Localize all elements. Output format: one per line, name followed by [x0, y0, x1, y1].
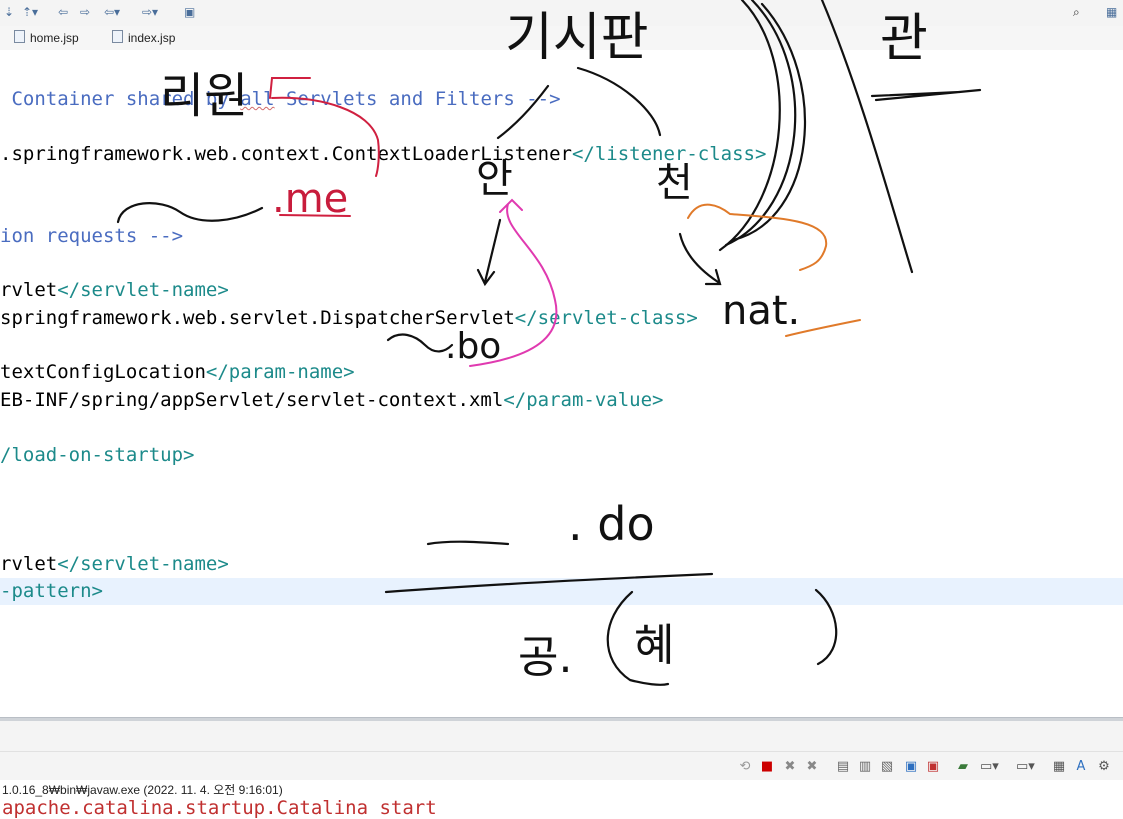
console-toolbar: ⟲ ■ ✖ ✖ ▤ ▥ ▧ ▣ ▣ ▰ ▭▾ ▭▾ ▦ A ⚙	[0, 752, 1123, 780]
tab-label: index.jsp	[128, 31, 176, 45]
code-token: EB-INF/spring/appServlet/servlet-context…	[0, 389, 504, 411]
open-console-icon[interactable]: ▣	[184, 3, 195, 21]
code-line: rvlet</servlet-name>	[0, 277, 229, 303]
navigate-icon[interactable]: ⇣	[4, 3, 14, 21]
clear-console-icon[interactable]: ▤	[836, 760, 850, 774]
code-token: Container shared by	[0, 88, 241, 110]
minimize-icon[interactable]: ▦	[1052, 760, 1066, 774]
code-token: all	[240, 88, 275, 110]
code-token: </listener-class>	[571, 143, 767, 165]
code-token: </param-name>	[205, 361, 355, 383]
settings-icon[interactable]: ⚙	[1097, 760, 1111, 774]
code-token: springframework.web.servlet.DispatcherSe…	[0, 307, 515, 329]
tab-home-jsp[interactable]: home.jsp	[14, 29, 79, 47]
forward-icon[interactable]: ⇨▾	[142, 3, 158, 21]
console-launch-description: 1.0.16_8₩bin₩javaw.exe (2022. 11. 4. 오전 …	[2, 783, 283, 797]
display-console-icon[interactable]: ▭▾	[980, 760, 999, 774]
current-line-highlight	[0, 578, 1123, 605]
remove-all-icon[interactable]: ✖	[805, 760, 819, 774]
relaunch-icon[interactable]: ⟲	[738, 760, 752, 774]
back-edit-icon[interactable]: ⇦	[58, 3, 68, 21]
code-token: rvlet	[0, 279, 58, 301]
code-line: /load-on-startup>	[0, 442, 194, 468]
code-token: -pattern>	[0, 580, 103, 602]
spell-icon[interactable]: A	[1074, 760, 1088, 774]
file-icon	[112, 30, 123, 43]
open-console-icon[interactable]: ▭▾	[1016, 760, 1035, 774]
code-line: ion requests -->	[0, 223, 183, 249]
code-token: </servlet-name>	[57, 279, 229, 301]
tab-label: home.jsp	[30, 31, 79, 45]
code-token: </servlet-class>	[514, 307, 698, 329]
tab-index-jsp[interactable]: index.jsp	[112, 29, 175, 47]
perspective-icon[interactable]: ▦	[1106, 3, 1117, 21]
search-icon[interactable]: ⌕	[1073, 3, 1080, 21]
console-output: apache.catalina.startup.Catalina start	[2, 797, 437, 819]
code-line: EB-INF/spring/appServlet/servlet-context…	[0, 387, 663, 413]
code-token: textConfigLocation	[0, 361, 206, 383]
editor-tabs: home.jsp index.jsp	[0, 26, 1123, 51]
code-token: </servlet-name>	[57, 553, 229, 575]
pin-console-icon[interactable]: ▰	[956, 760, 970, 774]
show-on-stdout-icon[interactable]: ▣	[904, 760, 918, 774]
annotation-icon[interactable]: ⇡▾	[22, 3, 38, 21]
code-token: Servlets and Filters -->	[274, 88, 561, 110]
code-line: Container shared by all Servlets and Fil…	[0, 86, 561, 112]
main-toolbar: ⇣ ⇡▾ ⇦ ⇨ ⇦▾ ⇨▾ ▣ ⌕ ▦	[0, 0, 1123, 26]
terminate-icon[interactable]: ■	[760, 760, 774, 774]
code-token: </param-value>	[503, 389, 664, 411]
show-on-stderr-icon[interactable]: ▣	[926, 760, 940, 774]
word-wrap-icon[interactable]: ▧	[880, 760, 894, 774]
code-token: ion requests -->	[0, 225, 184, 247]
code-line: textConfigLocation</param-name>	[0, 359, 355, 385]
code-line: -pattern>	[0, 578, 103, 604]
code-line: springframework.web.servlet.DispatcherSe…	[0, 305, 698, 331]
console-tab-bar	[0, 721, 1123, 752]
code-token: rvlet	[0, 553, 58, 575]
file-icon	[14, 30, 25, 43]
scroll-lock-icon[interactable]: ▥	[858, 760, 872, 774]
code-token: /load-on-startup>	[0, 444, 195, 466]
console-view: ⟲ ■ ✖ ✖ ▤ ▥ ▧ ▣ ▣ ▰ ▭▾ ▭▾ ▦ A ⚙ 1.0.16_8…	[0, 721, 1123, 819]
forward-edit-icon[interactable]: ⇨	[80, 3, 90, 21]
back-icon[interactable]: ⇦▾	[104, 3, 120, 21]
code-line: rvlet</servlet-name>	[0, 551, 229, 577]
code-editor[interactable]: Container shared by all Servlets and Fil…	[0, 50, 1123, 717]
remove-launch-icon[interactable]: ✖	[783, 760, 797, 774]
code-token: .springframework.web.context.ContextLoad…	[0, 143, 572, 165]
code-line: .springframework.web.context.ContextLoad…	[0, 141, 766, 167]
